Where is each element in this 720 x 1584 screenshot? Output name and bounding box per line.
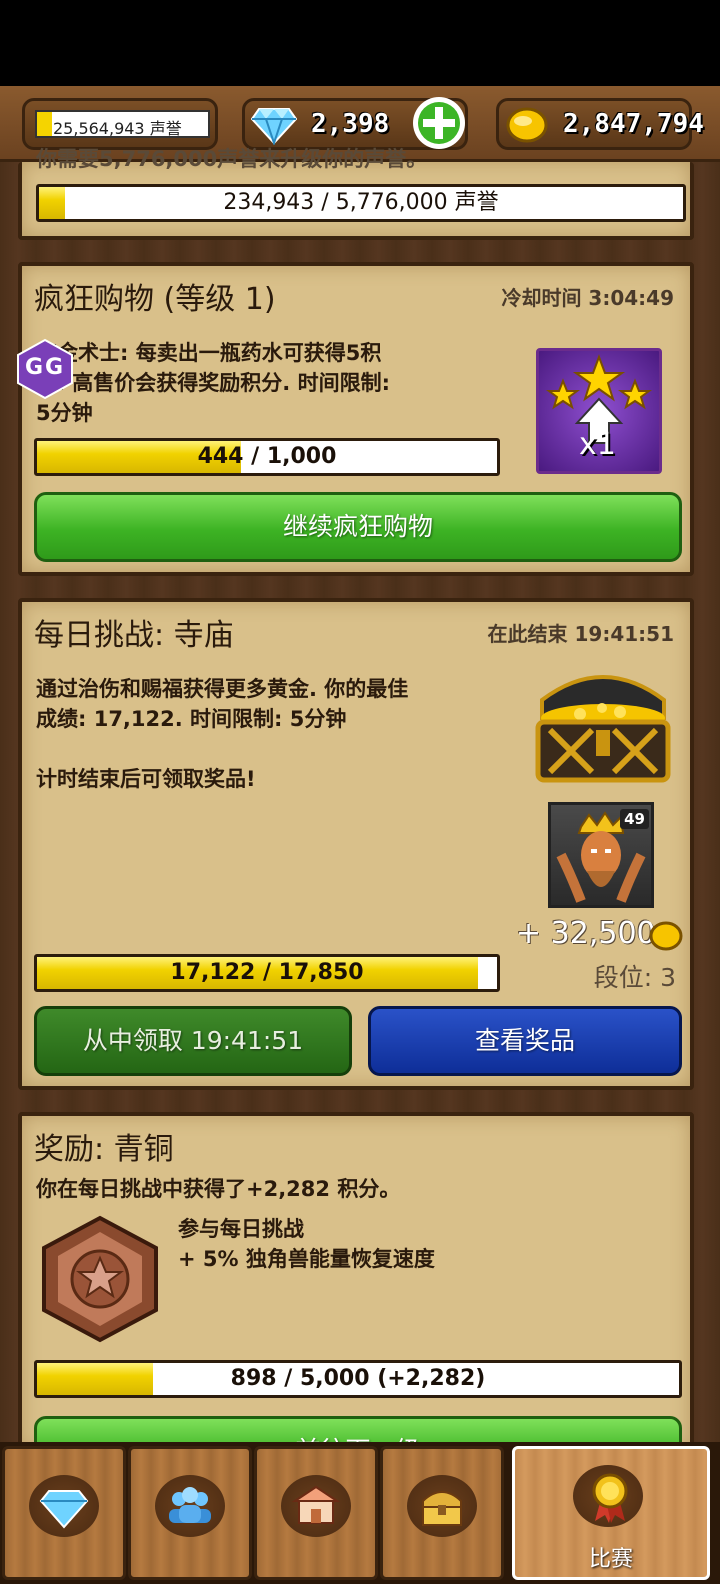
shop-icon [291,1485,341,1524]
shopping-desc-line3: 5分钟 [36,401,93,425]
nav-inventory[interactable] [380,1446,504,1580]
bronze-medal-icon [42,1215,158,1343]
claim-reward-button[interactable]: 从中领取 19:41:51 [34,1006,352,1076]
daily-reward-amount: + 32,500 [516,916,656,951]
shopping-desc-line2: 分. 高售价会获得奖励积分. 时间限制: [36,371,390,395]
reputation-meter: 25,564,943 声誉 [35,110,210,138]
chest-icon [422,1491,462,1526]
nav-shop[interactable] [254,1446,378,1580]
reward-perk-2: + 5% 独角兽能量恢复速度 [178,1247,435,1271]
hero-portrait[interactable]: 49 [548,802,654,908]
gg-badge-text: GG [24,355,66,380]
treasure-chest-icon [535,675,671,783]
daily-end-time: 在此结束 19:41:51 [487,622,674,646]
reputation-progress-text: 234,943 / 5,776,000 声誉 [223,190,499,215]
reputation-pill[interactable]: 25,564,943 声誉 [22,98,218,150]
daily-desc-line2: 成绩: 17,122. 时间限制: 5分钟 [36,707,347,731]
shopping-progress-text: 444 / 1,000 [197,444,337,469]
shopping-title: 疯狂购物 (等级 1) [34,282,276,317]
reputation-panel: 你需要5,776,000声誉来升级你的声誉。 234,943 / 5,776,0… [18,147,694,240]
reward-perk-1: 参与每日挑战 [178,1217,304,1241]
bottom-nav: 比赛 [0,1442,720,1584]
continue-shopping-button[interactable]: 继续疯狂购物 [34,492,682,562]
gold-pill[interactable]: 2,847,794 [496,98,704,150]
nav-competition-label: 比赛 [588,1547,633,1572]
nav-social[interactable] [128,1446,252,1580]
boost-multiplier: x1 [579,427,616,462]
view-prizes-button[interactable]: 查看奖品 [368,1006,682,1076]
nav-competition[interactable]: 比赛 [512,1446,710,1580]
reward-progress-text: 898 / 5,000 (+2,282) [230,1366,486,1391]
nav-gems[interactable] [2,1446,126,1580]
reward-coin-icon [649,921,683,951]
gg-overlay-badge[interactable]: GG [14,338,76,400]
reputation-meter-fill [37,112,53,136]
gold-count: 2,847,794 [563,109,704,139]
reward-progress-bar: 898 / 5,000 (+2,282) [34,1360,682,1398]
medal-icon [592,1473,628,1523]
diamond-icon [251,108,297,145]
daily-progress-bar: 17,122 / 17,850 [34,954,500,992]
gems-pill[interactable]: 2,398 [242,95,468,151]
reward-title: 奖励: 青铜 [34,1132,174,1167]
bronze-reward-panel: 奖励: 青铜 你在每日挑战中获得了+2,282 积分。 参与每日挑战 + 5% … [18,1112,694,1486]
daily-progress-text: 17,122 / 17,850 [170,960,364,985]
shopping-cooldown: 冷却时间 3:04:49 [501,286,674,310]
status-bar [0,0,720,86]
hero-level-badge: 49 [620,809,649,829]
reputation-progress-bar: 234,943 / 5,776,000 声誉 [36,184,686,222]
daily-desc-line3: 计时结束后可领取奖品! [36,767,256,791]
gem-icon [39,1490,89,1529]
daily-title: 每日挑战: 寺庙 [34,618,234,653]
people-icon [169,1487,211,1523]
daily-desc-line1: 通过治伤和赐福获得更多黄金. 你的最佳 [36,677,409,701]
shopping-progress-bar: 444 / 1,000 [34,438,500,476]
daily-challenge-panel: 每日挑战: 寺庙 在此结束 19:41:51 通过治伤和赐福获得更多黄金. 你的… [18,598,694,1090]
shopping-desc-line1: 炼金术士: 每卖出一瓶药水可获得5积 [36,341,382,365]
add-gems-button[interactable] [411,95,467,151]
shopping-frenzy-panel: 疯狂购物 (等级 1) 冷却时间 3:04:49 炼金术士: 每卖出一瓶药水可获… [17,262,694,576]
gems-count: 2,398 [311,109,390,139]
reward-desc: 你在每日挑战中获得了+2,282 积分。 [36,1177,401,1201]
gold-coin-icon [506,107,548,143]
daily-rank: 段位: 3 [593,963,676,992]
reputation-value: 25,564,943 声誉 [53,119,182,138]
reputation-cut-text: 你需要5,776,000声誉来升级你的声誉。 [36,147,428,171]
boost-card[interactable]: x1 [536,348,662,474]
